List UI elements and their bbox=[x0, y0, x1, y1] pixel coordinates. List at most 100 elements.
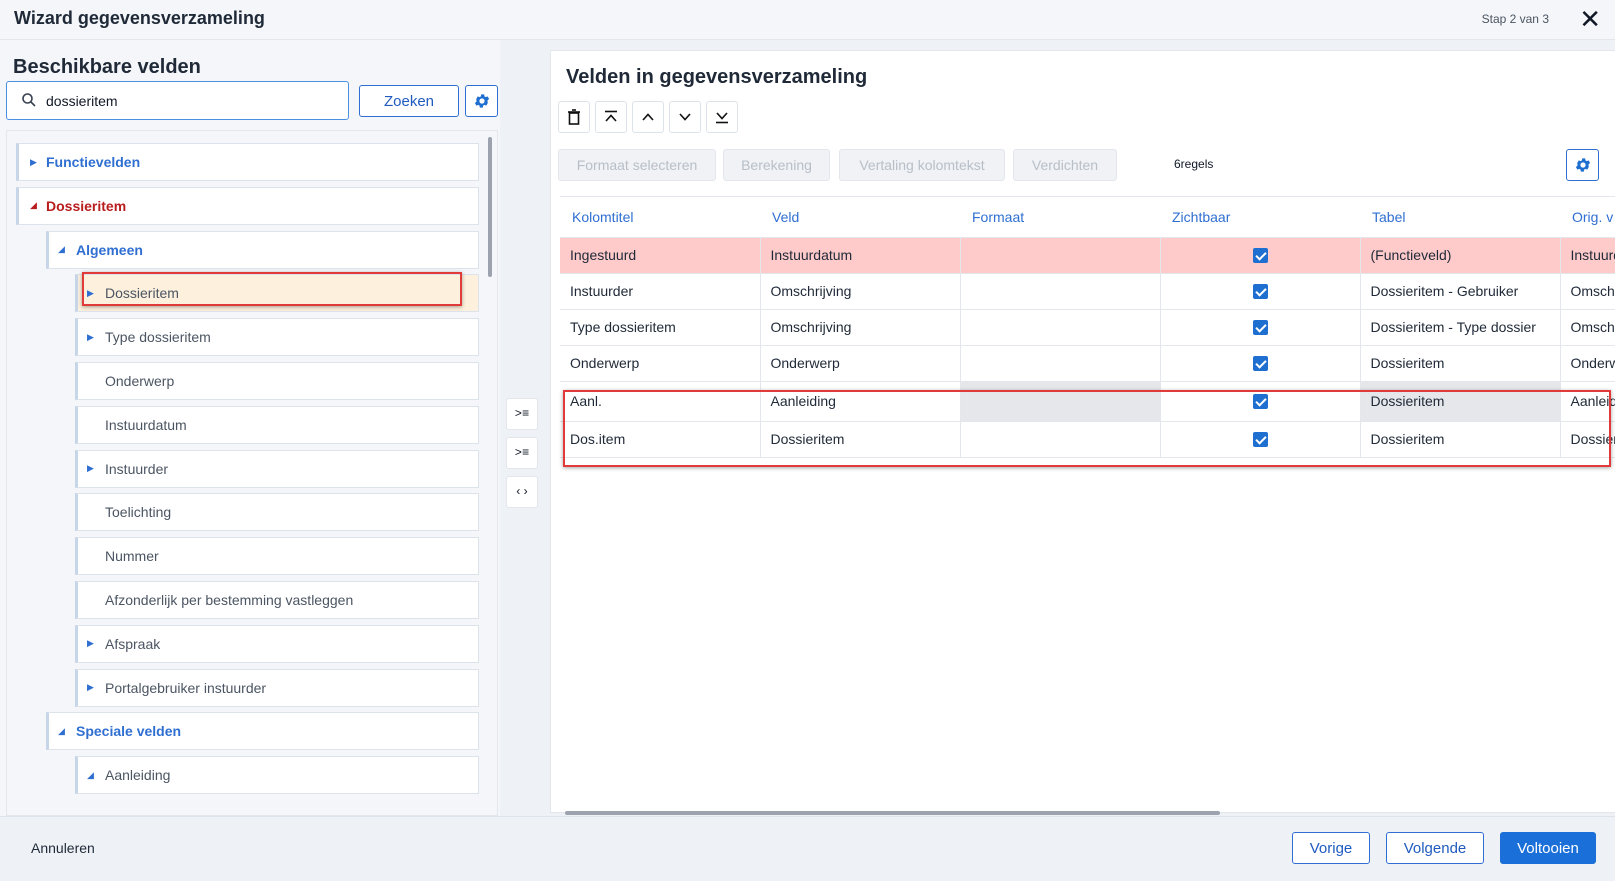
cell-kolomtitel[interactable]: Onderwerp bbox=[560, 345, 761, 382]
tree-item[interactable]: ◢ Algemeen bbox=[46, 230, 479, 269]
cell-formaat[interactable] bbox=[960, 381, 1161, 422]
caret-right-icon[interactable]: ▶ bbox=[78, 332, 98, 343]
cell-tabel[interactable]: (Functieveld) bbox=[1360, 237, 1561, 274]
table-row[interactable]: Dos.item Dossieritem Dossieritem Dossier… bbox=[560, 421, 1615, 458]
table-row[interactable]: Aanl. Aanleiding Dossieritem Aanleiding bbox=[560, 381, 1615, 422]
column-header[interactable]: Kolomtitel bbox=[560, 197, 760, 238]
cell-orig[interactable]: Dossieritem bbox=[1560, 421, 1615, 458]
table-row[interactable]: Type dossieritem Omschrijving Dossierite… bbox=[560, 309, 1615, 346]
cell-orig[interactable]: Omschrijving bbox=[1560, 273, 1615, 310]
select-format-button[interactable]: Formaat selecteren bbox=[558, 149, 716, 181]
cell-veld[interactable]: Onderwerp bbox=[760, 345, 961, 382]
cell-veld[interactable]: Instuurdatum bbox=[760, 237, 961, 274]
left-settings-button[interactable] bbox=[465, 85, 498, 117]
tree-item[interactable]: Toelichting bbox=[75, 493, 479, 532]
add-field-button[interactable]: >≡ bbox=[506, 398, 538, 430]
table-row[interactable]: Ingestuurd Instuurdatum (Functieveld) In… bbox=[560, 237, 1615, 274]
move-down-button[interactable] bbox=[669, 101, 701, 133]
visible-checkbox[interactable] bbox=[1252, 284, 1268, 300]
cell-zichtbaar[interactable] bbox=[1160, 345, 1361, 382]
column-header[interactable]: Veld bbox=[760, 197, 960, 238]
tree-item[interactable]: ▶ Type dossieritem bbox=[75, 318, 479, 357]
grid-horizontal-scrollbar[interactable] bbox=[565, 811, 1220, 815]
cell-formaat[interactable] bbox=[960, 345, 1161, 382]
right-settings-button[interactable] bbox=[1566, 149, 1599, 181]
cell-kolomtitel[interactable]: Aanl. bbox=[560, 381, 761, 422]
next-button[interactable]: Volgende bbox=[1386, 832, 1484, 864]
search-button[interactable]: Zoeken bbox=[359, 85, 459, 117]
caret-down-icon[interactable]: ◢ bbox=[49, 726, 69, 737]
tree-item[interactable]: Instuurdatum bbox=[75, 405, 479, 444]
cell-zichtbaar[interactable] bbox=[1160, 381, 1361, 422]
calculation-button[interactable]: Berekening bbox=[723, 149, 830, 181]
cell-tabel[interactable]: Dossieritem - Gebruiker bbox=[1360, 273, 1561, 310]
column-header[interactable]: Zichtbaar bbox=[1160, 197, 1360, 238]
table-row[interactable]: Instuurder Omschrijving Dossieritem - Ge… bbox=[560, 273, 1615, 310]
visible-checkbox[interactable] bbox=[1252, 320, 1268, 336]
visible-checkbox[interactable] bbox=[1252, 248, 1268, 264]
close-icon[interactable]: ✕ bbox=[1579, 6, 1601, 32]
swap-button[interactable]: ‹› bbox=[506, 476, 538, 508]
cell-veld[interactable]: Dossieritem bbox=[760, 421, 961, 458]
cell-veld[interactable]: Omschrijving bbox=[760, 273, 961, 310]
tree-item[interactable]: ▶ Afspraak bbox=[75, 624, 479, 663]
cell-orig[interactable]: Onderwerp bbox=[1560, 345, 1615, 382]
table-row[interactable]: Onderwerp Onderwerp Dossieritem Onderwer… bbox=[560, 345, 1615, 382]
tree-item[interactable]: Onderwerp bbox=[75, 362, 479, 400]
add-all-button[interactable]: >≡ bbox=[506, 437, 538, 469]
tree-item[interactable]: ◢ Speciale velden bbox=[46, 712, 479, 751]
caret-right-icon[interactable]: ▶ bbox=[19, 157, 39, 168]
cell-tabel[interactable]: Dossieritem bbox=[1360, 381, 1561, 422]
caret-down-icon[interactable]: ◢ bbox=[19, 200, 39, 211]
tree-scrollbar[interactable] bbox=[488, 137, 492, 277]
caret-right-icon[interactable]: ▶ bbox=[78, 638, 98, 649]
column-header[interactable]: Formaat bbox=[960, 197, 1160, 238]
cell-formaat[interactable] bbox=[960, 309, 1161, 346]
tree-item[interactable]: ▶ Instuurder bbox=[75, 449, 479, 488]
tree-item[interactable]: ◢ Dossieritem bbox=[16, 186, 479, 225]
search-box[interactable] bbox=[6, 81, 349, 120]
cell-zichtbaar[interactable] bbox=[1160, 237, 1361, 274]
translate-column-text-button[interactable]: Vertaling kolomtekst bbox=[839, 149, 1005, 181]
cell-kolomtitel[interactable]: Dos.item bbox=[560, 421, 761, 458]
caret-right-icon[interactable]: ▶ bbox=[78, 463, 98, 474]
condense-button[interactable]: Verdichten bbox=[1013, 149, 1117, 181]
cell-kolomtitel[interactable]: Ingestuurd bbox=[560, 237, 761, 274]
visible-checkbox[interactable] bbox=[1252, 432, 1268, 448]
previous-button[interactable]: Vorige bbox=[1292, 832, 1370, 864]
cell-kolomtitel[interactable]: Instuurder bbox=[560, 273, 761, 310]
column-header[interactable]: Tabel bbox=[1360, 197, 1560, 238]
cell-veld[interactable]: Omschrijving bbox=[760, 309, 961, 346]
cell-formaat[interactable] bbox=[960, 237, 1161, 274]
cell-zichtbaar[interactable] bbox=[1160, 309, 1361, 346]
cancel-link[interactable]: Annuleren bbox=[31, 840, 95, 856]
move-top-button[interactable] bbox=[595, 101, 627, 133]
tree-item[interactable]: ▶ Portalgebruiker instuurder bbox=[75, 668, 479, 707]
visible-checkbox[interactable] bbox=[1252, 356, 1268, 372]
caret-down-icon[interactable]: ◢ bbox=[49, 244, 69, 255]
move-bottom-button[interactable] bbox=[706, 101, 738, 133]
cell-kolomtitel[interactable]: Type dossieritem bbox=[560, 309, 761, 346]
tree-item[interactable]: Nummer bbox=[75, 537, 479, 576]
cell-orig[interactable]: Omschrijving bbox=[1560, 309, 1615, 346]
tree-item[interactable]: ◢ Aanleiding bbox=[75, 756, 479, 795]
tree-item[interactable]: ▶ Functievelden bbox=[16, 143, 479, 181]
finish-button[interactable]: Voltooien bbox=[1500, 832, 1596, 864]
delete-button[interactable] bbox=[558, 101, 590, 133]
cell-formaat[interactable] bbox=[960, 273, 1161, 310]
visible-checkbox[interactable] bbox=[1252, 394, 1268, 410]
cell-zichtbaar[interactable] bbox=[1160, 273, 1361, 310]
cell-veld[interactable]: Aanleiding bbox=[760, 381, 961, 422]
move-up-button[interactable] bbox=[632, 101, 664, 133]
cell-orig[interactable]: Instuurdatum bbox=[1560, 237, 1615, 274]
cell-orig[interactable]: Aanleiding bbox=[1560, 381, 1615, 422]
column-header[interactable]: Orig. v bbox=[1560, 197, 1615, 238]
caret-down-icon[interactable]: ◢ bbox=[78, 770, 98, 781]
cell-formaat[interactable] bbox=[960, 421, 1161, 458]
caret-right-icon[interactable]: ▶ bbox=[78, 288, 98, 299]
cell-zichtbaar[interactable] bbox=[1160, 421, 1361, 458]
tree-item[interactable]: ▶ Dossieritem bbox=[75, 274, 479, 313]
tree-item[interactable]: Afzonderlijk per bestemming vastleggen bbox=[75, 581, 479, 619]
cell-tabel[interactable]: Dossieritem - Type dossier bbox=[1360, 309, 1561, 346]
cell-tabel[interactable]: Dossieritem bbox=[1360, 345, 1561, 382]
